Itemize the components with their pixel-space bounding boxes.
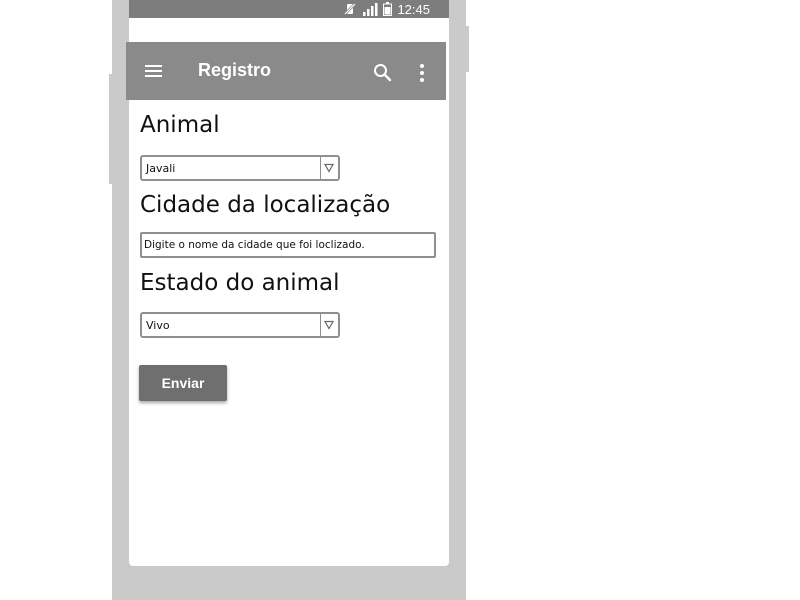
city-label: Cidade da localização [140,192,391,218]
app-bar: Registro [126,42,446,100]
animal-label: Animal [140,112,220,138]
status-time: 12:45 [397,1,430,17]
status-bar: 12:45 [129,0,449,18]
status-label: Estado do animal [140,270,340,296]
signal-icon [362,2,378,16]
status-select-value: Vivo [146,319,170,332]
dropdown-arrow [320,314,338,336]
status-select[interactable]: Vivo [140,312,340,338]
animal-select[interactable]: Javali [140,155,340,181]
triangle-down-icon [324,320,334,330]
battery-icon [383,2,393,16]
more-vert-icon[interactable] [418,62,426,84]
dropdown-arrow [320,157,338,179]
submit-button[interactable]: Enviar [139,365,227,401]
city-input[interactable]: Digite o nome da cidade que foi loclizad… [140,232,436,258]
stage: 12:45 Registro Animal Javali Cidade da l… [0,0,800,600]
search-icon[interactable] [372,62,394,84]
triangle-down-icon [324,163,334,173]
animal-select-value: Javali [146,162,176,175]
vibrate-off-icon [343,2,357,16]
menu-icon[interactable] [144,62,164,80]
city-input-placeholder: Digite o nome da cidade que foi loclizad… [144,239,365,251]
app-title: Registro [198,60,272,80]
